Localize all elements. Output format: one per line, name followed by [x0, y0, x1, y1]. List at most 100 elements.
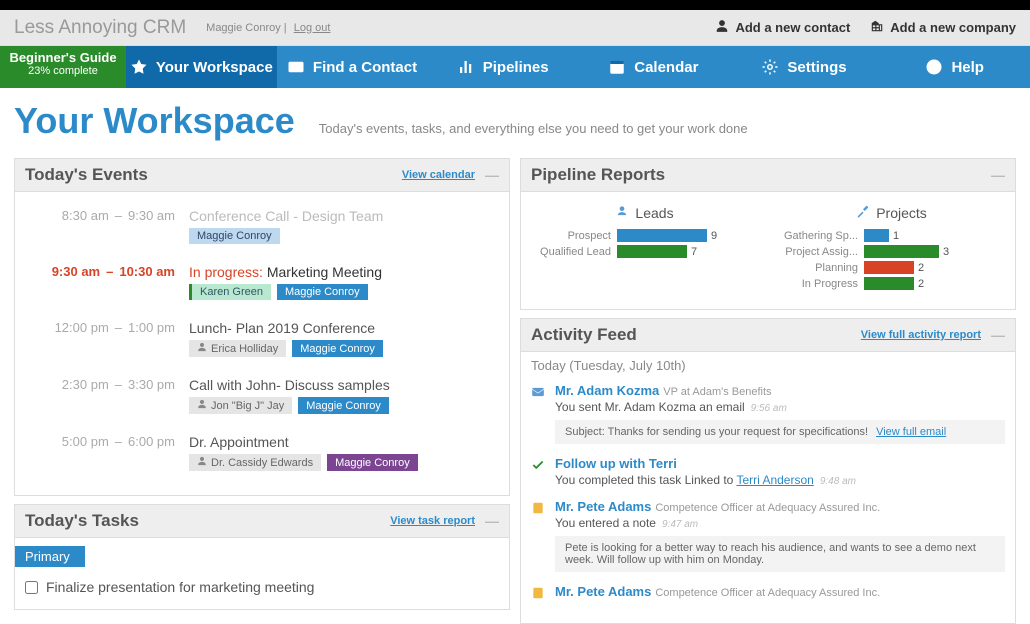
nav-help-label: Help — [951, 59, 984, 76]
nav-workspace[interactable]: Your Workspace — [126, 46, 277, 88]
building-icon — [870, 19, 884, 36]
nav-find-contact[interactable]: Find a Contact — [277, 46, 428, 88]
page-title: Your Workspace — [14, 100, 295, 142]
mail-icon — [531, 383, 547, 444]
add-contact-label: Add a new contact — [735, 20, 850, 35]
activity-name-link[interactable]: Mr. Pete Adams — [555, 499, 651, 514]
activity-name-link[interactable]: Follow up with Terri — [555, 456, 677, 471]
id-card-icon — [287, 58, 305, 76]
page-header: Your Workspace Today's events, tasks, an… — [0, 88, 1030, 158]
view-full-email-link[interactable]: View full email — [876, 426, 946, 438]
activity-inline-link[interactable]: Terri Anderson — [736, 473, 813, 487]
attendee-tag[interactable]: Dr. Cassidy Edwards — [189, 454, 321, 471]
bar-value: 7 — [691, 246, 697, 258]
attendee-tag[interactable]: Maggie Conroy — [327, 454, 418, 471]
event-title: Call with John- Discuss samples — [189, 377, 499, 393]
current-user: Maggie Conroy — [206, 22, 281, 34]
event-title: Conference Call - Design Team — [189, 208, 499, 224]
wrench-icon — [856, 204, 870, 221]
view-task-report-link[interactable]: View task report — [390, 515, 475, 527]
activity-name-link[interactable]: Mr. Pete Adams — [555, 584, 651, 599]
projects-chart: Projects Gathering Sp...1Project Assig..… — [778, 204, 1005, 293]
beginners-guide-button[interactable]: Beginner's Guide 23% complete — [0, 46, 126, 88]
bar-row[interactable]: Planning 2 — [778, 261, 1005, 274]
bar-value: 2 — [918, 278, 924, 290]
logout-link[interactable]: Log out — [294, 22, 331, 34]
bar-fill — [864, 229, 889, 242]
activity-time: 9:56 am — [751, 403, 787, 414]
check-icon — [130, 58, 148, 76]
collapse-icon[interactable]: — — [991, 327, 1005, 343]
page-subtitle: Today's events, tasks, and everything el… — [319, 121, 748, 136]
event-time: 9:30 am–10:30 am — [25, 264, 175, 300]
attendee-tag[interactable]: Jon "Big J" Jay — [189, 397, 292, 414]
bar-row[interactable]: Project Assig...3 — [778, 245, 1005, 258]
bar-row[interactable]: Qualified Lead7 — [531, 245, 758, 258]
activity-title: Activity Feed — [531, 325, 637, 345]
event-title: In progress: Marketing Meeting — [189, 264, 499, 280]
attendee-tag[interactable]: Karen Green — [189, 284, 271, 300]
attendee-tag[interactable]: Maggie Conroy — [292, 340, 383, 357]
add-company-label: Add a new company — [890, 20, 1016, 35]
event-time: 5:00 pm–6:00 pm — [25, 434, 175, 471]
collapse-icon[interactable]: — — [485, 513, 499, 529]
bar-row[interactable]: In Progress2 — [778, 277, 1005, 290]
nav-pipelines[interactable]: Pipelines — [427, 46, 578, 88]
bar-label: Prospect — [531, 230, 617, 242]
activity-item: Mr. Adam KozmaVP at Adam's BenefitsYou s… — [531, 379, 1005, 452]
event-time: 12:00 pm–1:00 pm — [25, 320, 175, 357]
task-label: Finalize presentation for marketing meet… — [46, 579, 314, 595]
event-row[interactable]: 2:30 pm–3:30 pmCall with John- Discuss s… — [15, 369, 509, 426]
nav-calendar[interactable]: Calendar — [578, 46, 729, 88]
brand-name: Less Annoying CRM — [14, 17, 186, 39]
nav-help[interactable]: Help — [879, 46, 1030, 88]
add-company-button[interactable]: Add a new company — [870, 19, 1016, 36]
bar-label: Gathering Sp... — [778, 230, 864, 242]
tasks-header: Today's Tasks View task report — — [14, 504, 510, 538]
person-icon — [715, 19, 729, 36]
event-row[interactable]: 9:30 am–10:30 am In progress: Marketing M… — [15, 256, 509, 312]
activity-name-link[interactable]: Mr. Adam Kozma — [555, 383, 659, 398]
activity-detail-box: Subject: Thanks for sending us your requ… — [555, 420, 1005, 444]
collapse-icon[interactable]: — — [485, 167, 499, 183]
user-line: Maggie Conroy | Log out — [206, 22, 330, 34]
event-row[interactable]: 12:00 pm–1:00 pmLunch- Plan 2019 Confere… — [15, 312, 509, 369]
collapse-icon[interactable]: — — [991, 167, 1005, 183]
activity-body: Today (Tuesday, July 10th) Mr. Adam Kozm… — [520, 352, 1016, 624]
pipeline-header: Pipeline Reports — — [520, 158, 1016, 192]
tasks-title: Today's Tasks — [25, 511, 139, 531]
event-row[interactable]: 8:30 am–9:30 amConference Call - Design … — [15, 200, 509, 256]
nav-calendar-label: Calendar — [634, 59, 698, 76]
attendee-tag[interactable]: Maggie Conroy — [277, 284, 368, 300]
add-contact-button[interactable]: Add a new contact — [715, 19, 850, 36]
activity-item: Follow up with TerriYou completed this t… — [531, 452, 1005, 495]
bar-row[interactable]: Prospect9 — [531, 229, 758, 242]
help-icon — [925, 58, 943, 76]
event-row[interactable]: 5:00 pm–6:00 pmDr. AppointmentDr. Cassid… — [15, 426, 509, 483]
activity-role: Competence Officer at Adequacy Assured I… — [655, 502, 880, 514]
events-header: Today's Events View calendar — — [14, 158, 510, 192]
nav-settings-label: Settings — [787, 59, 846, 76]
task-checkbox[interactable] — [25, 581, 38, 594]
person-icon — [197, 342, 207, 355]
events-list: 8:30 am–9:30 amConference Call - Design … — [14, 192, 510, 496]
bar-value: 1 — [893, 230, 899, 242]
bar-value: 2 — [918, 262, 924, 274]
person-icon — [197, 399, 207, 412]
bar-label: Planning — [778, 262, 864, 274]
chart-icon — [457, 58, 475, 76]
nav-settings[interactable]: Settings — [729, 46, 880, 88]
attendee-tag[interactable]: Maggie Conroy — [189, 228, 280, 244]
top-bar: Less Annoying CRM Maggie Conroy | Log ou… — [0, 10, 1030, 46]
attendee-tag[interactable]: Maggie Conroy — [298, 397, 389, 414]
view-calendar-link[interactable]: View calendar — [402, 169, 475, 181]
calendar-icon — [608, 58, 626, 76]
view-activity-report-link[interactable]: View full activity report — [861, 329, 981, 341]
tasks-primary-badge: Primary — [15, 546, 85, 567]
bar-value: 3 — [943, 246, 949, 258]
nav-pipelines-label: Pipelines — [483, 59, 549, 76]
bar-row[interactable]: Gathering Sp... 1 — [778, 229, 1005, 242]
bar-fill — [617, 229, 707, 242]
attendee-tag[interactable]: Erica Holliday — [189, 340, 286, 357]
events-title: Today's Events — [25, 165, 148, 185]
